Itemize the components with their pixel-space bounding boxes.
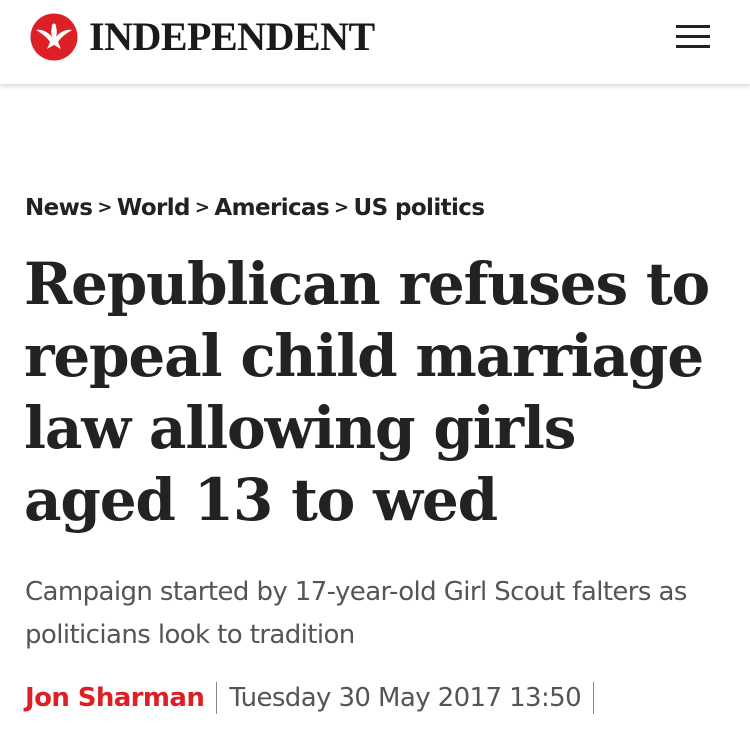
eagle-icon xyxy=(30,13,78,61)
breadcrumb-separator: > xyxy=(194,197,210,218)
article-byline: Jon Sharman Tuesday 30 May 2017 13:50 xyxy=(25,682,606,714)
breadcrumb-separator: > xyxy=(334,197,349,218)
breadcrumb-separator: > xyxy=(97,197,112,218)
breadcrumb-item-americas[interactable]: Americas xyxy=(214,195,329,221)
menu-bar xyxy=(676,45,710,48)
author-link[interactable]: Jon Sharman xyxy=(25,683,205,713)
hamburger-menu-icon[interactable] xyxy=(672,22,714,52)
article-headline: Republican refuses to repeal child marri… xyxy=(24,250,710,534)
breadcrumb-item-us-politics[interactable]: US politics xyxy=(354,195,485,221)
menu-bar xyxy=(676,35,710,38)
byline-divider xyxy=(216,682,218,714)
site-header: INDEPENDENT xyxy=(0,0,750,85)
site-logo[interactable]: INDEPENDENT xyxy=(30,13,375,61)
menu-bar xyxy=(676,25,710,28)
breadcrumb-item-news[interactable]: News xyxy=(25,195,93,221)
breadcrumb: News > World > Americas > US politics xyxy=(25,195,485,221)
article-standfirst: Campaign started by 17-year-old Girl Sco… xyxy=(25,577,687,650)
logo-wordmark: INDEPENDENT xyxy=(89,14,375,59)
byline-divider xyxy=(593,682,595,714)
breadcrumb-item-world[interactable]: World xyxy=(117,195,191,221)
publish-date: Tuesday 30 May 2017 13:50 xyxy=(229,683,582,713)
